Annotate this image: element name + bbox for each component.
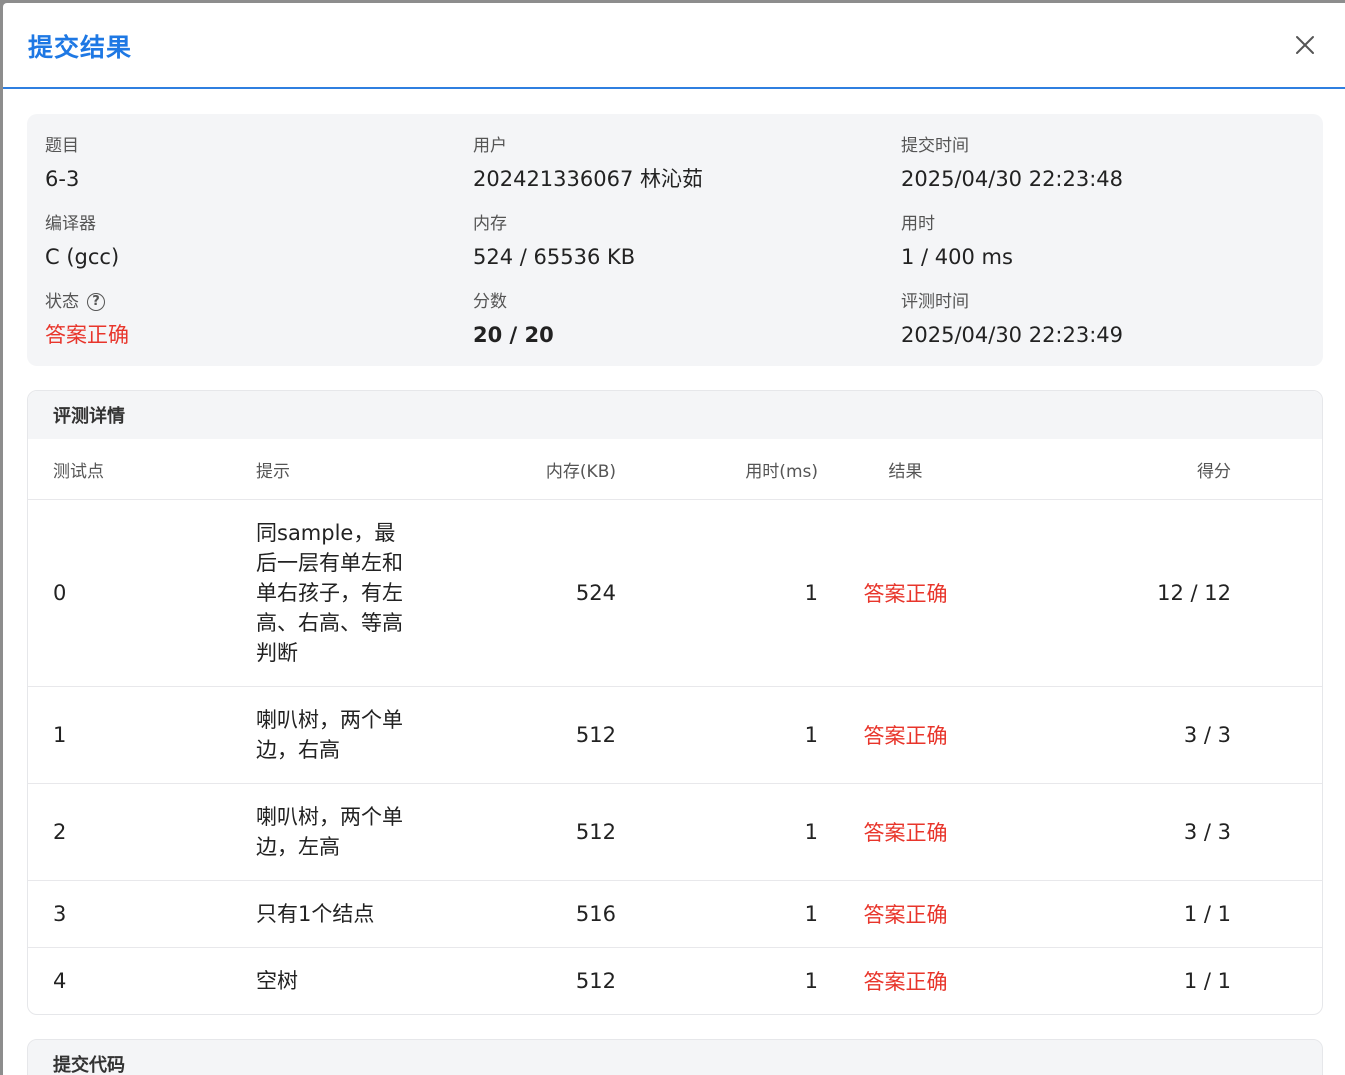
row-score: 1 / 1 — [1183, 969, 1231, 994]
problem-label: 题目 — [45, 136, 79, 156]
info-submit-time: 提交时间 2025/04/30 22:23:48 — [901, 135, 1123, 193]
row-result: 答案正确 — [818, 880, 993, 948]
row-time: 1 — [616, 686, 818, 784]
row-hint: 同sample，最后一层有单左和单右孩子，有左高、右高、等高判断 — [256, 521, 403, 665]
submitted-code-card: 提交代码 — [27, 1039, 1323, 1075]
memory-label: 内存 — [473, 214, 507, 234]
row-memory: 512 — [486, 686, 616, 784]
user-label: 用户 — [473, 136, 507, 156]
row-memory: 516 — [486, 880, 616, 948]
dialog-header: 提交结果 — [3, 3, 1345, 89]
row-hint-cell: 喇叭树，两个单边，右高 — [256, 686, 486, 784]
info-memory: 内存 524 / 65536 KB — [473, 213, 635, 271]
table-row: 4 空树 512 1 答案正确 1 / 1 — [28, 948, 1322, 1015]
info-status: 状态 ? 答案正确 — [45, 291, 129, 349]
row-spacer — [1231, 948, 1322, 1015]
col-spacer — [1231, 439, 1322, 500]
row-score: 3 / 3 — [993, 783, 1231, 881]
row-memory: 512 — [486, 783, 616, 881]
col-result: 结果 — [818, 439, 993, 500]
row-case: 2 — [28, 783, 256, 881]
row-spacer — [1231, 499, 1322, 687]
user-value: 202421336067 林沁茹 — [473, 167, 704, 191]
row-memory: 524 — [486, 499, 616, 687]
status-value: 答案正确 — [45, 323, 129, 347]
close-button[interactable] — [1293, 33, 1317, 57]
close-icon — [1296, 36, 1314, 54]
table-header-row: 测试点 提示 内存(KB) 用时(ms) 结果 得分 — [28, 439, 1322, 500]
submit-time-value: 2025/04/30 22:23:48 — [901, 167, 1124, 191]
row-case: 0 — [28, 499, 256, 687]
row-hint-cell: 空树 — [256, 948, 486, 1015]
row-hint: 喇叭树，两个单边，左高 — [256, 805, 403, 859]
row-spacer — [1231, 880, 1322, 948]
status-label-row: 状态 ? — [45, 291, 129, 313]
judge-time-value: 2025/04/30 22:23:49 — [901, 323, 1124, 347]
problem-value[interactable]: 6-3 — [45, 165, 79, 193]
score-value: 20 / 20 — [473, 323, 554, 347]
row-hint-cell: 喇叭树，两个单边，左高 — [256, 783, 486, 881]
row-hint: 只有1个结点 — [256, 902, 375, 926]
row-result: 答案正确 — [863, 970, 948, 995]
submission-result-dialog: 提交结果 题目 6-3 用户 202421336067 林沁茹 提交时间 202… — [3, 3, 1345, 1075]
info-score: 分数 20 / 20 — [473, 291, 554, 349]
help-icon[interactable]: ? — [87, 293, 105, 311]
score-label: 分数 — [473, 292, 507, 312]
row-time: 1 — [616, 880, 818, 948]
time-label: 用时 — [901, 214, 935, 234]
judge-details-title: 评测详情 — [28, 391, 1322, 439]
row-hint: 喇叭树，两个单边，右高 — [256, 708, 403, 762]
judge-details-table: 测试点 提示 内存(KB) 用时(ms) 结果 得分 0 同sample，最后一… — [28, 439, 1322, 1015]
col-score: 得分 — [993, 439, 1231, 500]
info-time: 用时 1 / 400 ms — [901, 213, 1013, 271]
judge-time-label: 评测时间 — [901, 292, 969, 312]
col-hint: 提示 — [256, 439, 486, 500]
submitted-code-title: 提交代码 — [28, 1040, 1322, 1075]
judge-details-card: 评测详情 测试点 提示 内存(KB) 用时(ms) 结果 得分 0 同sampl… — [27, 390, 1323, 1015]
row-time: 1 — [616, 499, 818, 687]
col-memory: 内存(KB) — [486, 439, 616, 500]
row-time: 1 — [804, 969, 818, 994]
info-judge-time: 评测时间 2025/04/30 22:23:49 — [901, 291, 1123, 349]
memory-value: 524 / 65536 KB — [473, 245, 636, 269]
row-spacer — [1231, 783, 1322, 881]
info-user: 用户 202421336067 林沁茹 — [473, 135, 703, 193]
row-result: 答案正确 — [818, 783, 993, 881]
row-case: 4 — [53, 969, 67, 994]
status-label: 状态 — [45, 292, 79, 312]
table-row: 2 喇叭树，两个单边，左高 512 1 答案正确 3 / 3 — [28, 783, 1322, 881]
row-result: 答案正确 — [818, 686, 993, 784]
table-row: 3 只有1个结点 516 1 答案正确 1 / 1 — [28, 880, 1322, 948]
submission-info-card: 题目 6-3 用户 202421336067 林沁茹 提交时间 2025/04/… — [27, 114, 1323, 366]
dialog-title: 提交结果 — [28, 33, 133, 62]
table-row: 0 同sample，最后一层有单左和单右孩子，有左高、右高、等高判断 524 1… — [28, 499, 1322, 687]
row-case: 3 — [28, 880, 256, 948]
info-problem: 题目 6-3 — [45, 135, 79, 193]
col-case: 测试点 — [28, 439, 256, 500]
row-hint-cell: 同sample，最后一层有单左和单右孩子，有左高、右高、等高判断 — [256, 499, 486, 687]
compiler-value: C (gcc) — [45, 245, 120, 269]
info-compiler: 编译器 C (gcc) — [45, 213, 119, 271]
row-score: 12 / 12 — [993, 499, 1231, 687]
row-time: 1 — [616, 783, 818, 881]
table-row: 1 喇叭树，两个单边，右高 512 1 答案正确 3 / 3 — [28, 686, 1322, 784]
row-hint-cell: 只有1个结点 — [256, 880, 486, 948]
time-value: 1 / 400 ms — [901, 245, 1013, 269]
col-time: 用时(ms) — [616, 439, 818, 500]
row-score: 1 / 1 — [993, 880, 1231, 948]
row-spacer — [1231, 686, 1322, 784]
row-hint: 空树 — [256, 969, 298, 994]
compiler-label: 编译器 — [45, 214, 96, 234]
row-score: 3 / 3 — [993, 686, 1231, 784]
row-memory: 512 — [575, 969, 616, 994]
submit-time-label: 提交时间 — [901, 136, 969, 156]
row-case: 1 — [28, 686, 256, 784]
row-result: 答案正确 — [818, 499, 993, 687]
